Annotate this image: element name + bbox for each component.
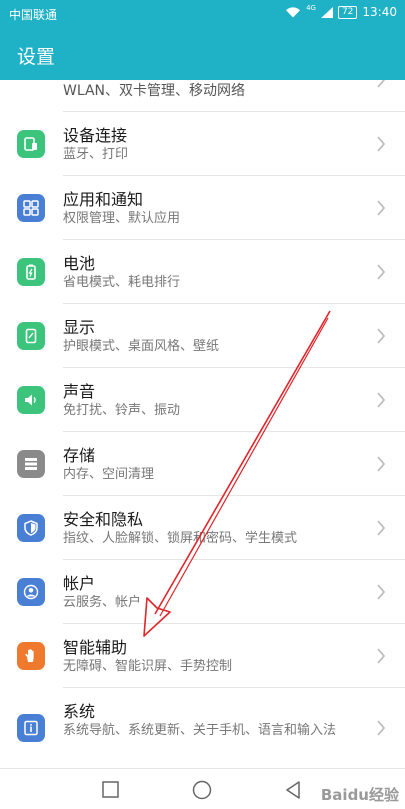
chevron-right-icon — [377, 136, 386, 152]
settings-item-subtitle: 省电模式、耗电排行 — [63, 275, 181, 290]
signal-icon — [320, 6, 333, 18]
shield-icon — [17, 514, 45, 542]
apps-grid-icon — [17, 194, 45, 222]
settings-item-subtitle: 系统导航、系统更新、关于手机、语言和输入法 — [63, 723, 337, 738]
recent-apps-button[interactable] — [100, 779, 122, 801]
settings-item-subtitle: 权限管理、默认应用 — [63, 211, 181, 226]
chevron-right-icon — [377, 264, 386, 280]
settings-item-label: 安全和隐私 — [63, 510, 144, 529]
hand-icon — [17, 642, 45, 670]
chevron-right-icon — [377, 520, 386, 536]
settings-item-label: 帐户 — [63, 574, 96, 593]
settings-item-label: 显示 — [63, 318, 96, 337]
page-title: 设置 — [17, 46, 56, 68]
settings-item-label: 设备连接 — [63, 126, 128, 145]
status-bar: 中国联通 4G 72 13:40 — [0, 0, 405, 28]
status-icons: 4G 72 13:40 — [285, 4, 397, 19]
settings-item-display[interactable]: 显示 护眼模式、桌面风格、壁纸 — [0, 304, 405, 368]
clock: 13:40 — [362, 5, 397, 19]
settings-item-network[interactable]: WLAN、双卡管理、移动网络 — [0, 80, 405, 112]
home-button[interactable] — [191, 779, 213, 801]
speaker-icon — [17, 386, 45, 414]
network-type: 4G — [306, 4, 316, 12]
chevron-right-icon — [377, 200, 386, 216]
settings-item-account[interactable]: 帐户 云服务、帐户 — [0, 560, 405, 624]
chevron-right-icon — [377, 80, 386, 88]
battery-indicator: 72 — [337, 5, 358, 19]
settings-item-system[interactable]: 系统 系统导航、系统更新、关于手机、语言和输入法 — [0, 688, 405, 768]
settings-item-label: 系统 — [63, 702, 96, 721]
chevron-right-icon — [377, 456, 386, 472]
chevron-right-icon — [377, 648, 386, 664]
settings-item-device-connection[interactable]: 设备连接 蓝牙、打印 — [0, 112, 405, 176]
storage-icon — [17, 450, 45, 478]
navigation-bar: Baidu经验 — [0, 768, 405, 809]
settings-item-label: 电池 — [63, 254, 96, 273]
settings-item-battery[interactable]: 电池 省电模式、耗电排行 — [0, 240, 405, 304]
battery-icon — [17, 258, 45, 286]
settings-item-subtitle: 指纹、人脸解锁、锁屏和密码、学生模式 — [63, 531, 298, 546]
settings-item-storage[interactable]: 存储 内存、空间清理 — [0, 432, 405, 496]
settings-item-security[interactable]: 安全和隐私 指纹、人脸解锁、锁屏和密码、学生模式 — [0, 496, 405, 560]
settings-item-smart-assistance[interactable]: 智能辅助 无障碍、智能识屏、手势控制 — [0, 624, 405, 688]
carrier-name: 中国联通 — [9, 8, 58, 22]
settings-item-subtitle: 护眼模式、桌面风格、壁纸 — [63, 339, 220, 354]
settings-item-label: 声音 — [63, 382, 96, 401]
settings-item-subtitle: 无障碍、智能识屏、手势控制 — [63, 659, 233, 674]
settings-item-subtitle: 免打扰、铃声、振动 — [63, 403, 181, 418]
chevron-right-icon — [377, 584, 386, 600]
chevron-right-icon — [377, 328, 386, 344]
device-connection-icon — [17, 130, 45, 158]
chevron-right-icon — [377, 720, 386, 736]
settings-item-subtitle: 内存、空间清理 — [63, 467, 155, 482]
settings-item-label: 存储 — [63, 446, 96, 465]
info-icon — [17, 714, 45, 742]
watermark: Baidu经验 — [320, 786, 399, 804]
settings-item-subtitle: 蓝牙、打印 — [63, 147, 129, 162]
wifi-icon — [285, 6, 301, 18]
settings-item-apps[interactable]: 应用和通知 权限管理、默认应用 — [0, 176, 405, 240]
display-icon — [17, 322, 45, 350]
chevron-right-icon — [377, 392, 386, 408]
account-icon — [17, 578, 45, 606]
settings-item-label: 应用和通知 — [63, 190, 144, 209]
settings-list[interactable]: WLAN、双卡管理、移动网络 设备连接 蓝牙、打印 应用和通知 权限管理、默认应… — [0, 80, 405, 768]
settings-item-subtitle: 云服务、帐户 — [63, 595, 142, 610]
app-bar: 设置 — [0, 28, 405, 80]
settings-item-sound[interactable]: 声音 免打扰、铃声、振动 — [0, 368, 405, 432]
settings-item-label: 智能辅助 — [63, 638, 128, 657]
back-button[interactable] — [282, 779, 304, 801]
settings-item-subtitle: WLAN、双卡管理、移动网络 — [63, 83, 246, 99]
